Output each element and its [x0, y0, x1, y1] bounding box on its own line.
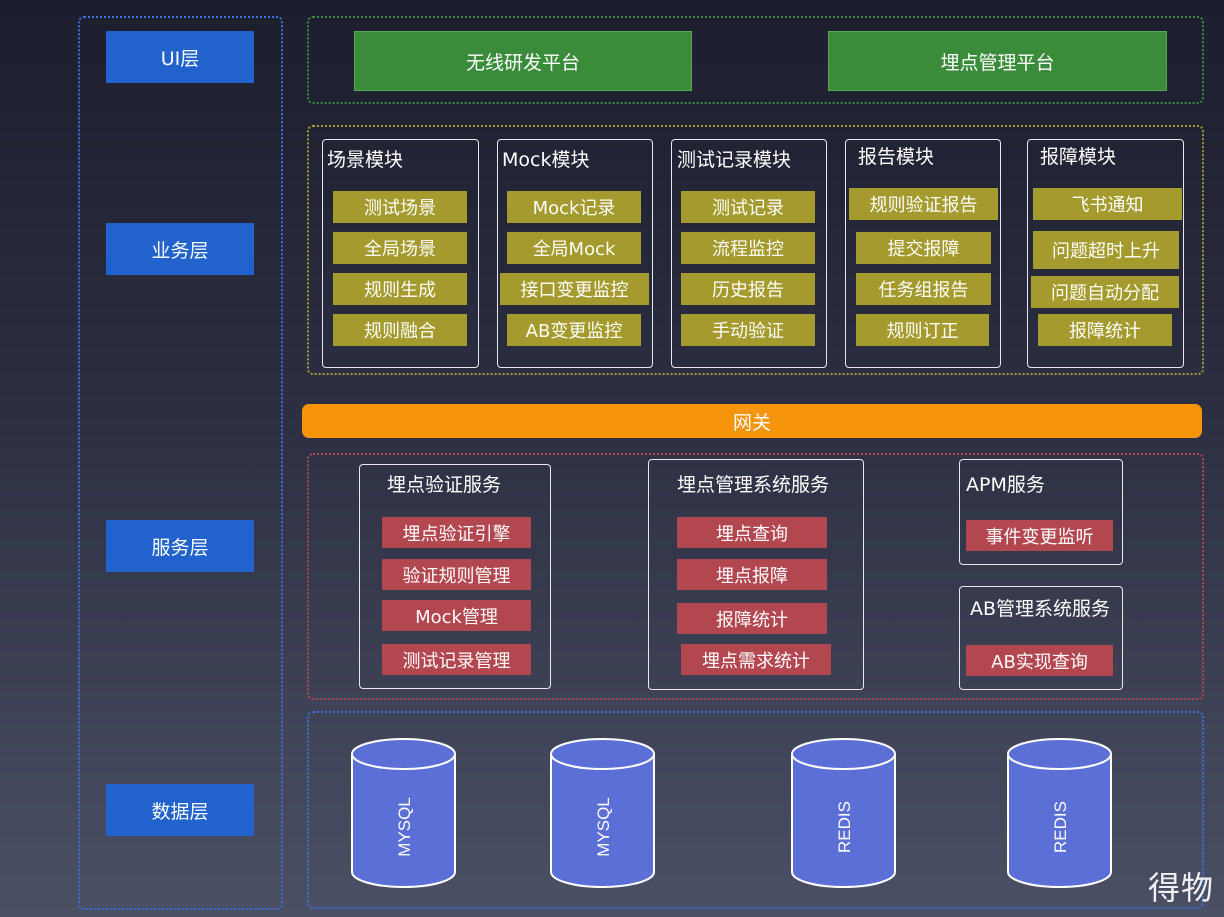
layer-label-business: 业务层 — [106, 223, 254, 275]
gateway-bar: 网关 — [302, 404, 1202, 438]
service-title: AB管理系统服务 — [970, 598, 1111, 620]
service-item: 埋点查询 — [677, 517, 827, 548]
service-title: 埋点验证服务 — [387, 474, 502, 496]
service-item: 事件变更监听 — [966, 520, 1113, 551]
module-item: 问题自动分配 — [1031, 276, 1179, 308]
module-item: 规则生成 — [333, 273, 467, 305]
layer-label-service: 服务层 — [106, 520, 254, 572]
module-item: 规则融合 — [333, 314, 467, 346]
database-label: MYSQL — [594, 797, 613, 857]
service-item: 埋点验证引擎 — [382, 517, 531, 548]
module-item: 报障统计 — [1038, 314, 1172, 346]
module-item: AB变更监控 — [507, 314, 641, 346]
module-item: 规则验证报告 — [849, 188, 998, 220]
module-item: 历史报告 — [681, 273, 815, 305]
database-cylinder: MYSQL — [350, 737, 457, 889]
module-item: Mock记录 — [507, 191, 641, 223]
module-title: 报障模块 — [1040, 146, 1117, 168]
database-label: REDIS — [835, 801, 854, 853]
module-item: 飞书通知 — [1033, 188, 1182, 220]
database-cylinder: REDIS — [790, 737, 897, 889]
watermark-logo: 得物 — [1147, 869, 1214, 907]
layers-column-frame — [78, 16, 283, 910]
module-item: 接口变更监控 — [500, 273, 649, 305]
database-cylinder: MYSQL — [549, 737, 656, 889]
service-item: 测试记录管理 — [382, 644, 531, 675]
service-item: AB实现查询 — [966, 645, 1113, 676]
module-item: 任务组报告 — [856, 273, 991, 305]
module-item: 流程监控 — [681, 232, 815, 264]
module-item: 全局Mock — [507, 232, 641, 264]
ui-platform-tracking-mgmt: 埋点管理平台 — [828, 31, 1167, 91]
service-title: APM服务 — [966, 474, 1045, 496]
service-item: 报障统计 — [677, 603, 827, 634]
database-label: REDIS — [1051, 801, 1070, 853]
module-item: 手动验证 — [681, 314, 815, 346]
database-label: MYSQL — [395, 797, 414, 857]
module-title: 测试记录模块 — [677, 149, 792, 171]
database-cylinder: REDIS — [1006, 737, 1113, 889]
service-item: Mock管理 — [382, 600, 531, 631]
module-item: 问题超时上升 — [1033, 231, 1179, 269]
ui-platform-wireless-dev: 无线研发平台 — [354, 31, 692, 91]
module-item: 测试场景 — [333, 191, 467, 223]
module-item: 测试记录 — [681, 191, 815, 223]
module-title: Mock模块 — [502, 149, 590, 171]
module-title: 报告模块 — [858, 146, 935, 168]
module-title: 场景模块 — [327, 149, 404, 171]
service-item: 埋点报障 — [677, 559, 827, 590]
service-item: 埋点需求统计 — [681, 644, 831, 675]
layer-label-data: 数据层 — [106, 784, 254, 836]
module-item: 全局场景 — [333, 232, 467, 264]
layer-label-ui: UI层 — [106, 31, 254, 83]
module-item: 提交报障 — [856, 232, 991, 264]
service-item: 验证规则管理 — [382, 559, 531, 590]
service-title: 埋点管理系统服务 — [677, 474, 830, 496]
module-item: 规则订正 — [856, 314, 989, 346]
